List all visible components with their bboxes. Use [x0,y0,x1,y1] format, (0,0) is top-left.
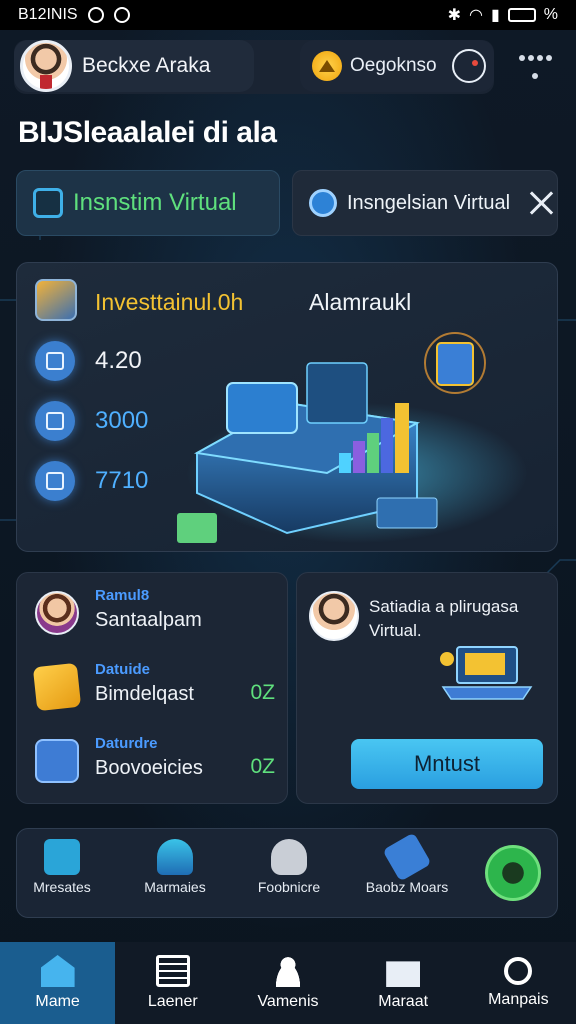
nav-mail[interactable]: Maraat [346,942,461,1024]
cycle-icon [35,461,75,501]
coin-icon [312,51,342,81]
battery-percent: % [543,6,558,23]
list-item[interactable]: Daturdre Boovoeicies 0Z [35,735,275,795]
nav-label: Manpais [488,991,549,1008]
shortcut-folder[interactable]: Foobnicre [239,839,339,913]
profile-name: Beckxe Araka [82,54,211,77]
list-item-kicker: Datuide [95,661,151,678]
stat-value: 3000 [95,407,149,434]
server-illustration [177,332,527,543]
list-item-value: 0Z [250,681,275,704]
shortcut-label: Baobz Moars [365,879,449,895]
shortcut-label: Mresates [33,879,91,895]
search-icon [504,957,533,985]
list-item-text: Boovoeicies [95,757,203,779]
stat-row: 3000 [35,401,148,441]
investment-subtitle: Alamraukl [309,289,412,315]
promo-text: Satiadia a plirugasa Virtual. [369,597,519,640]
nav-label: Maraat [378,993,429,1010]
home-icon [40,955,75,987]
alarm-icon [87,7,104,23]
shortcut-label: Marmaies [144,879,206,895]
virtual-button-primary-label: Insnstim Virtual [73,189,237,216]
list-item[interactable]: Ramul8 Santaalpam [35,587,275,647]
globe-icon [309,189,337,217]
list-item-text: Bimdelqast [95,683,194,705]
status-bar: B12INIS ✱ ◠ ▮ % [0,0,576,30]
profile-button[interactable]: Beckxe Araka [14,40,254,92]
activity-list-panel: Ramul8 Santaalpam Datuide Bimdelqast 0Z … [16,572,288,804]
list-icon [155,955,190,987]
virtual-button-secondary[interactable]: Insngelsian Virtual [292,170,558,236]
network-icon [528,190,554,216]
battery-icon [507,8,536,22]
stat-value: 4.20 [95,347,142,374]
virtual-button-secondary-label: Insngelsian Virtual [347,191,511,214]
list-item-kicker: Daturdre [95,735,158,752]
bottom-navigation: Mame Laener Vamenis Maraat Manpais [0,942,576,1024]
avatar [35,591,79,635]
nav-label: Mame [35,993,80,1010]
message-icon [44,839,80,875]
chat-icon[interactable] [452,49,486,83]
page-title: BIJSleaalalei di ala [18,116,277,149]
signal-icon: ▮ [490,7,500,24]
shortcut-messages[interactable]: Mresates [12,839,112,913]
investment-box-icon [35,279,77,321]
stat-row: 4.20 [35,341,142,381]
nav-list[interactable]: Laener [115,942,230,1024]
nav-label: Vamenis [257,993,319,1010]
coin-label: Oegoknso [350,55,437,76]
banner-icon [382,832,432,882]
nav-label: Laener [147,993,198,1010]
folder-icon [271,839,307,875]
shortcut-panel: Mresates Marmaies Foobnicre Baobz Moars [16,828,558,918]
stat-row: 7710 [35,461,148,501]
wifi-icon: ◠ [468,7,483,24]
settings-gear-icon[interactable] [485,845,541,901]
coin-balance-button[interactable]: Oegoknso [300,40,494,92]
messenger-icon [113,7,130,23]
calculator-icon [35,341,75,381]
card-icon [35,739,79,783]
avatar [309,591,359,641]
shortcut-label: Foobnicre [257,879,321,895]
avatar [20,40,72,92]
refresh-icon [35,401,75,441]
materials-icon [157,839,193,875]
shortcut-materials[interactable]: Marmaies [125,839,225,913]
promo-action-button[interactable]: Mntust [351,739,543,789]
nav-search[interactable]: Manpais [461,942,576,1024]
stat-value: 7710 [95,467,149,494]
more-options-icon[interactable] [518,50,552,84]
nav-person[interactable]: Vamenis [230,942,345,1024]
investment-panel[interactable]: Investtainul.0h Alamraukl 4.20 3000 7710 [16,262,558,552]
list-item[interactable]: Datuide Bimdelqast 0Z [32,661,275,721]
person-icon [270,955,305,987]
shortcut-banner[interactable]: Baobz Moars [357,832,457,913]
investment-title: Investtainul.0h [95,289,244,315]
bluetooth-icon: ✱ [447,7,461,24]
laptop-icon [440,646,533,700]
mail-icon [386,961,421,987]
promo-panel: Satiadia a plirugasa Virtual. Mntust [296,572,558,804]
status-time: B12INIS [18,6,78,23]
nav-home[interactable]: Mame [0,942,116,1024]
list-item-kicker: Ramul8 [95,587,150,604]
list-item-value: 0Z [250,755,275,778]
cube-icon [32,662,82,712]
list-item-text: Santaalpam [95,609,202,631]
virtual-button-primary[interactable]: Insnstim Virtual [16,170,280,236]
monitor-icon [33,188,63,218]
